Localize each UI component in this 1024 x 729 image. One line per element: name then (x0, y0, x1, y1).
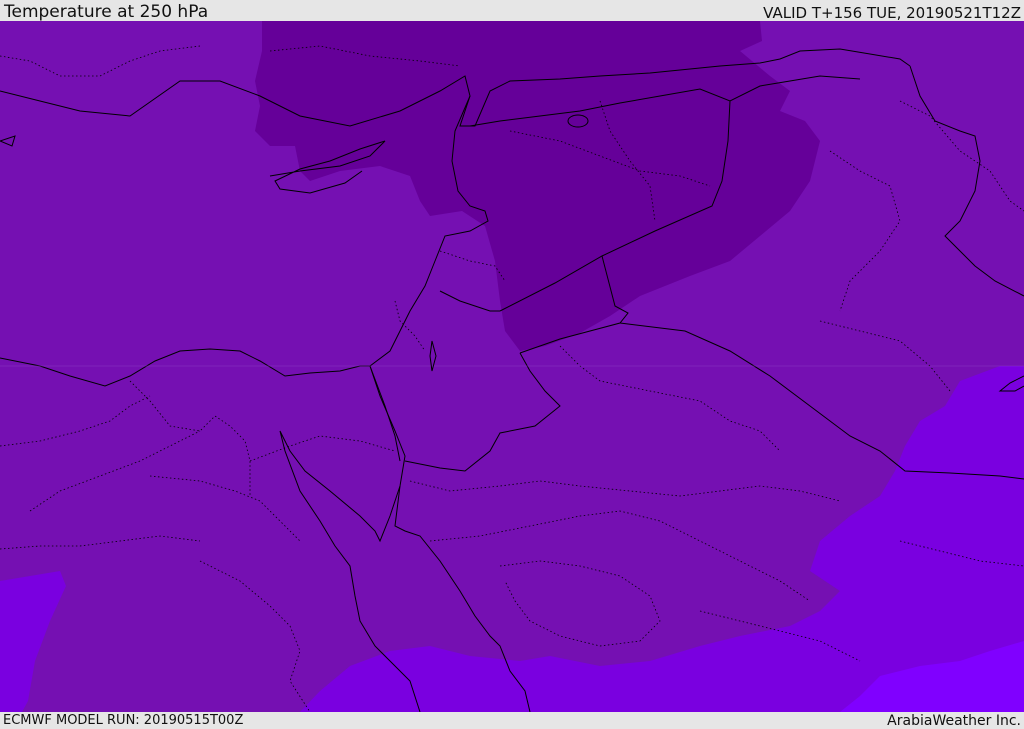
valid-time-label: VALID T+156 TUE, 20190521T12Z (763, 4, 1021, 22)
map-area[interactable] (0, 21, 1024, 712)
map-canvas (0, 21, 1024, 712)
header-bar: Temperature at 250 hPa VALID T+156 TUE, … (0, 0, 1024, 21)
credit-label: ArabiaWeather Inc. (887, 713, 1021, 729)
model-run-label: ECMWF MODEL RUN: 20190515T00Z (3, 713, 244, 728)
footer-bar: ECMWF MODEL RUN: 20190515T00Z ArabiaWeat… (0, 712, 1024, 729)
map-title: Temperature at 250 hPa (4, 2, 209, 22)
